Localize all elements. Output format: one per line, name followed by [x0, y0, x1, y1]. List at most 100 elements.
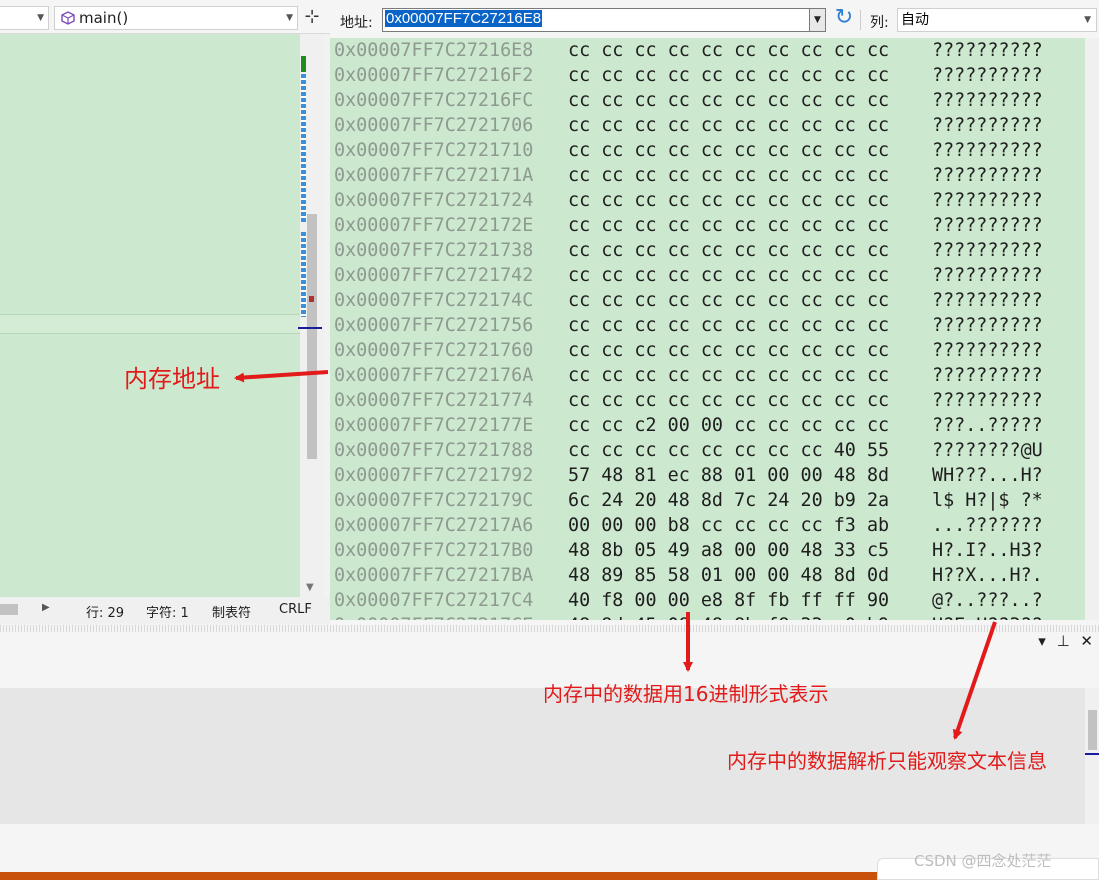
columns-dropdown[interactable]: 自动 ▼ [897, 8, 1097, 32]
current-line-highlight [0, 314, 300, 334]
memory-toolbar: 地址: 0x00007FF7C27216E8 ▼ ↻ 列: 自动 ▼ [330, 0, 1099, 38]
memory-address: 0x00007FF7C2721706 [334, 115, 534, 136]
memory-address: 0x00007FF7C2721710 [334, 140, 534, 161]
memory-bytes[interactable]: 00 00 00 b8 cc cc cc cc f3 ab [568, 513, 889, 538]
annotation-text-view: 内存中的数据解析只能观察文本信息 [727, 749, 1047, 773]
memory-ascii: ?????????? [932, 65, 1043, 86]
memory-address: 0x00007FF7C27216F2 [334, 65, 534, 86]
breakpoint-marker [309, 296, 314, 302]
scroll-thumb[interactable] [307, 214, 317, 459]
line-indicator[interactable]: 行: 29 [86, 602, 124, 621]
memory-ascii: H?E.H??3?? [932, 613, 1043, 620]
tabs-indicator[interactable]: 制表符 [212, 602, 251, 621]
change-marker [301, 74, 306, 222]
memory-bytes[interactable]: cc cc cc cc cc cc cc cc cc cc [568, 213, 889, 238]
memory-address: 0x00007FF7C272174C [334, 290, 534, 311]
memory-bytes[interactable]: cc cc c2 00 00 cc cc cc cc cc [568, 413, 889, 438]
memory-bytes[interactable]: cc cc cc cc cc cc cc cc cc cc [568, 313, 889, 338]
address-value: 0x00007FF7C27216E8 [385, 10, 543, 27]
memory-ascii: ?????????? [932, 265, 1043, 286]
split-editor-icon[interactable]: ⊹ [302, 8, 322, 28]
memory-address: 0x00007FF7C2721742 [334, 265, 534, 286]
memory-address: 0x00007FF7C27216E8 [334, 40, 534, 61]
memory-bytes[interactable]: 6c 24 20 48 8d 7c 24 20 b9 2a [568, 488, 889, 513]
memory-bytes[interactable]: cc cc cc cc cc cc cc cc cc cc [568, 63, 889, 88]
memory-address: 0x00007FF7C272171A [334, 165, 534, 186]
memory-address: 0x00007FF7C2721738 [334, 240, 534, 261]
navigation-bar: ▼ main() ▼ ⊹ [0, 0, 330, 34]
memory-bytes[interactable]: 48 8b 05 49 a8 00 00 48 33 c5 [568, 538, 889, 563]
memory-ascii: H?.I?..H3? [932, 540, 1043, 561]
address-input[interactable]: 0x00007FF7C27216E8 [382, 8, 826, 32]
memory-address: 0x00007FF7C2721756 [334, 315, 534, 336]
memory-grid[interactable]: 0x00007FF7C27216E8 cc cc cc cc cc cc cc c… [330, 38, 1085, 620]
memory-ascii: ?????????? [932, 90, 1043, 111]
eol-indicator[interactable]: CRLF [279, 602, 312, 617]
memory-bytes[interactable]: 48 89 85 58 01 00 00 48 8d 0d [568, 563, 889, 588]
memory-bytes[interactable]: cc cc cc cc cc cc cc cc 40 55 [568, 438, 889, 463]
char-indicator[interactable]: 字符: 1 [146, 602, 189, 621]
scroll-thumb[interactable] [1088, 710, 1097, 750]
memory-bytes[interactable]: cc cc cc cc cc cc cc cc cc cc [568, 288, 889, 313]
memory-bytes[interactable]: cc cc cc cc cc cc cc cc cc cc [568, 388, 889, 413]
memory-ascii: ?????????? [932, 390, 1043, 411]
function-dropdown[interactable]: main() ▼ [54, 6, 298, 30]
caret-position-marker [1085, 753, 1099, 755]
scope-dropdown[interactable]: ▼ [0, 6, 49, 30]
refresh-icon[interactable]: ↻ [832, 7, 856, 31]
memory-address: 0x00007FF7C2721774 [334, 390, 534, 411]
memory-ascii: ?????????? [932, 190, 1043, 211]
memory-bytes[interactable]: cc cc cc cc cc cc cc cc cc cc [568, 338, 889, 363]
memory-address: 0x00007FF7C272177E [334, 415, 534, 436]
editor-status-bar: ▶ 行: 29 字符: 1 制表符 CRLF [0, 597, 330, 623]
editor-vertical-scrollbar[interactable]: ▼ [298, 34, 324, 597]
address-label: 地址: [340, 15, 373, 31]
memory-bytes[interactable]: 57 48 81 ec 88 01 00 00 48 8d [568, 463, 889, 488]
memory-ascii: ?????????? [932, 215, 1043, 236]
memory-address: 0x00007FF7C27217BA [334, 565, 534, 586]
code-editor-pane: ▼ main() ▼ ⊹ ▼ ▶ 行: 29 字符: 1 制表符 CRLF [0, 0, 330, 625]
memory-ascii: ...??????? [932, 515, 1043, 536]
memory-ascii: H??X...H?. [932, 565, 1043, 586]
memory-ascii: ?????????? [932, 240, 1043, 261]
watermark: CSDN @四念处茫茫 [914, 852, 1052, 870]
memory-ascii: ?????????? [932, 165, 1043, 186]
pin-icon[interactable]: ⊥ [1057, 632, 1070, 650]
panel-menu-icon[interactable]: ▾ [1038, 632, 1046, 650]
memory-address: 0x00007FF7C2721760 [334, 340, 534, 361]
memory-address: 0x00007FF7C27217B0 [334, 540, 534, 561]
memory-bytes[interactable]: cc cc cc cc cc cc cc cc cc cc [568, 238, 889, 263]
memory-bytes[interactable]: cc cc cc cc cc cc cc cc cc cc [568, 363, 889, 388]
horizontal-scroll-thumb[interactable] [0, 604, 18, 615]
memory-address: 0x00007FF7C272179C [334, 490, 534, 511]
change-marker [301, 232, 306, 317]
close-icon[interactable]: ✕ [1080, 632, 1093, 650]
memory-bytes[interactable]: cc cc cc cc cc cc cc cc cc cc [568, 188, 889, 213]
memory-ascii: ????????@U [932, 440, 1043, 461]
scroll-down-icon[interactable]: ▼ [306, 582, 314, 593]
memory-bytes[interactable]: cc cc cc cc cc cc cc cc cc cc [568, 38, 889, 63]
memory-bytes[interactable]: 40 f8 00 00 e8 8f fb ff ff 90 [568, 588, 889, 613]
memory-bytes[interactable]: cc cc cc cc cc cc cc cc cc cc [568, 88, 889, 113]
memory-address: 0x00007FF7C2721788 [334, 440, 534, 461]
memory-ascii: ?????????? [932, 340, 1043, 361]
memory-bytes[interactable]: cc cc cc cc cc cc cc cc cc cc [568, 263, 889, 288]
memory-bytes[interactable]: cc cc cc cc cc cc cc cc cc cc [568, 138, 889, 163]
memory-bytes[interactable]: cc cc cc cc cc cc cc cc cc cc [568, 113, 889, 138]
memory-bytes[interactable]: cc cc cc cc cc cc cc cc cc cc [568, 163, 889, 188]
toolbar-separator [860, 10, 861, 30]
scroll-right-icon[interactable]: ▶ [42, 602, 50, 613]
memory-ascii: ?????????? [932, 40, 1043, 61]
columns-value: 自动 [901, 12, 929, 28]
change-marker [301, 56, 306, 72]
address-dropdown-button[interactable]: ▼ [809, 8, 826, 32]
memory-ascii: ?????????? [932, 115, 1043, 136]
code-text-area[interactable] [0, 34, 300, 597]
annotation-memory-address: 内存地址 [124, 365, 220, 393]
method-cube-icon [61, 11, 75, 25]
memory-vertical-scrollbar[interactable] [1085, 38, 1099, 620]
panel-window-controls: ▾ ⊥ ✕ [1032, 632, 1093, 650]
memory-bytes[interactable]: 48 8d 45 08 48 8b f8 33 c0 b9 [568, 613, 889, 620]
memory-ascii: ???..????? [932, 415, 1043, 436]
bottom-panel-scrollbar[interactable] [1085, 688, 1099, 824]
